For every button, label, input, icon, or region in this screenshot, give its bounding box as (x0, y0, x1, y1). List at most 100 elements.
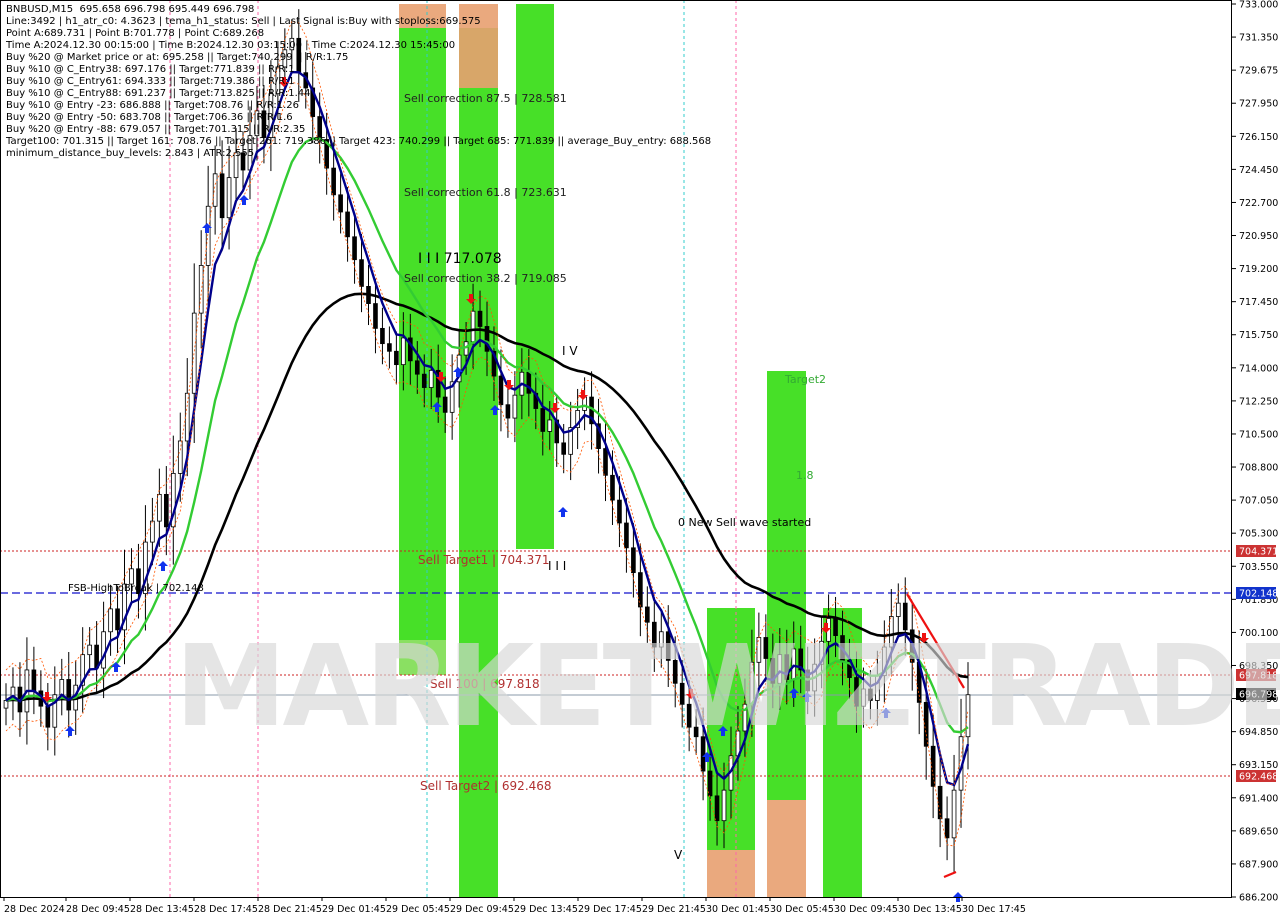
buy-arrow-icon (881, 708, 891, 718)
y-tick-label: 714.000 (1239, 363, 1278, 374)
candle-body (540, 408, 546, 432)
y-tick-label: 703.550 (1239, 562, 1278, 573)
y-tick-label: 708.800 (1239, 463, 1278, 474)
x-tick-label: 30 Dec 17:45 (962, 904, 1026, 915)
candle-body (624, 522, 629, 549)
candle-body (651, 621, 657, 648)
candle-body (868, 688, 873, 701)
candle-body (115, 608, 120, 631)
candle-body (645, 606, 650, 623)
candle-body (547, 419, 553, 432)
y-tick-label: 693.150 (1239, 760, 1278, 771)
x-tick-label: 30 Dec 05:45 (770, 904, 834, 915)
y-tick-label: 726.150 (1239, 132, 1278, 143)
candle-body (861, 688, 866, 707)
candle-body (212, 173, 218, 207)
candle-body (31, 669, 37, 692)
y-tick-label: 717.450 (1239, 297, 1278, 308)
buy-arrow-icon (111, 662, 121, 672)
y-tick-label: 715.750 (1239, 330, 1278, 341)
label-sell-target2: Sell Target2 | 692.468 (420, 779, 552, 793)
zone-rect (767, 800, 806, 897)
buy-arrow-icon (158, 561, 168, 571)
info-line: Target100: 701.315 || Target 161: 708.76… (6, 136, 712, 147)
symbol: BNBUSD,M15 (6, 4, 74, 15)
candle-body (184, 392, 190, 442)
y-tick-label: 689.650 (1239, 826, 1278, 837)
candle-body (87, 644, 92, 656)
candle-body (665, 631, 671, 661)
buy-arrow-icon (202, 223, 212, 233)
candle-body (108, 608, 113, 633)
candle-body (603, 448, 608, 476)
y-tick-label: 733.000 (1239, 0, 1278, 11)
label-1-8: 1.8 (796, 469, 814, 482)
x-tick-label: 29 Dec 05:45 (386, 904, 450, 915)
label-target2: Target2 (784, 373, 826, 386)
x-tick-label: 28 Dec 09:45 (66, 904, 130, 915)
candle-body (714, 795, 720, 822)
x-tick-label: 30 Dec 01:45 (706, 904, 770, 915)
candle-body (331, 167, 336, 196)
y-tick-label: 719.200 (1239, 264, 1278, 275)
y-tick-label: 710.500 (1239, 429, 1278, 440)
price-label-fsb: 702.148 (1239, 589, 1278, 600)
info-line: Time A:2024.12.30 00:15:00 | Time B:2024… (6, 40, 456, 51)
candle-body (902, 602, 908, 631)
candle-body (373, 303, 378, 329)
buy-arrow-icon (65, 726, 75, 736)
label-sell-target1: Sell Target1 | 704.371 (418, 553, 550, 567)
info-line: Buy %10 @ Entry -23: 686.888 || Target:7… (6, 100, 299, 111)
label-sell100: Sell 100 | 697.818 (430, 677, 540, 691)
candle-body (191, 312, 197, 394)
candle-body (498, 375, 504, 406)
candle-body (610, 474, 615, 501)
info-line: Point A:689.731 | Point B:701.778 | Poin… (6, 28, 265, 39)
candle-body (679, 682, 685, 705)
candle-body (359, 259, 364, 287)
y-tick-label: 729.675 (1239, 66, 1278, 77)
candle-body (352, 236, 357, 261)
info-line: Buy %20 @ Entry -50: 683.708 || Target:7… (6, 112, 293, 123)
x-tick-label: 29 Dec 21:45 (642, 904, 706, 915)
candle-body (784, 654, 790, 680)
info-line: Buy %20 @ Entry -88: 679.057 || Target:7… (6, 124, 306, 135)
x-tick-label: 29 Dec 09:45 (450, 904, 514, 915)
candle-body (45, 705, 51, 728)
y-tick-label: 731.350 (1239, 33, 1278, 44)
price-axis: 733.000 731.350 729.675 727.950 726.150 724.4… (1232, 0, 1278, 904)
x-tick-label: 30 Dec 13:45 (898, 904, 962, 915)
candle-body (226, 177, 232, 219)
candle-body (205, 205, 211, 266)
info-line: Buy %10 @ C_Entry38: 697.176 || Target:7… (6, 64, 295, 75)
candle-body (944, 818, 950, 839)
candle-body (177, 440, 183, 474)
info-line: Line:3492 | h1_atr_c0: 4.3623 | tema_h1_… (6, 16, 481, 27)
candle-body (421, 373, 427, 388)
candle-body (658, 631, 664, 648)
info-line: Buy %20 @ Market price or at: 695.258 ||… (6, 52, 349, 63)
candle-body (951, 789, 957, 839)
x-tick-label: 28 Dec 21:45 (258, 904, 322, 915)
candle-body (763, 637, 769, 659)
candle-body (561, 442, 566, 455)
info-line: Buy %10 @ C_Entry61: 694.333 || Target:7… (6, 76, 295, 87)
candle-body (965, 694, 971, 738)
candle-body (414, 360, 420, 375)
label-717: I I I 717.078 (418, 251, 502, 267)
label-sell-corr-618: Sell correction 61.8 | 723.631 (404, 186, 567, 199)
x-tick-label: 28 Dec 17:45 (194, 904, 258, 915)
label-fsb: FSB-HighToBreak | 702.148 (68, 583, 204, 594)
candle-body (401, 337, 406, 366)
price-label-current: 696.798 (1239, 690, 1278, 701)
candle-body (854, 677, 859, 707)
candle-body (129, 568, 134, 585)
zone-rect (767, 371, 806, 800)
candle-body (895, 602, 901, 617)
candle-body (707, 770, 713, 797)
symbol-line: BNBUSD,M15 695.658 696.798 695.449 696.7… (6, 4, 711, 16)
info-line: Buy %10 @ C_Entry88: 691.237 || Target:7… (6, 88, 311, 99)
label-new-wave: 0 New Sell wave started (678, 516, 811, 529)
zone-rect (707, 850, 755, 897)
label-wave-iii: I I I (548, 559, 566, 573)
